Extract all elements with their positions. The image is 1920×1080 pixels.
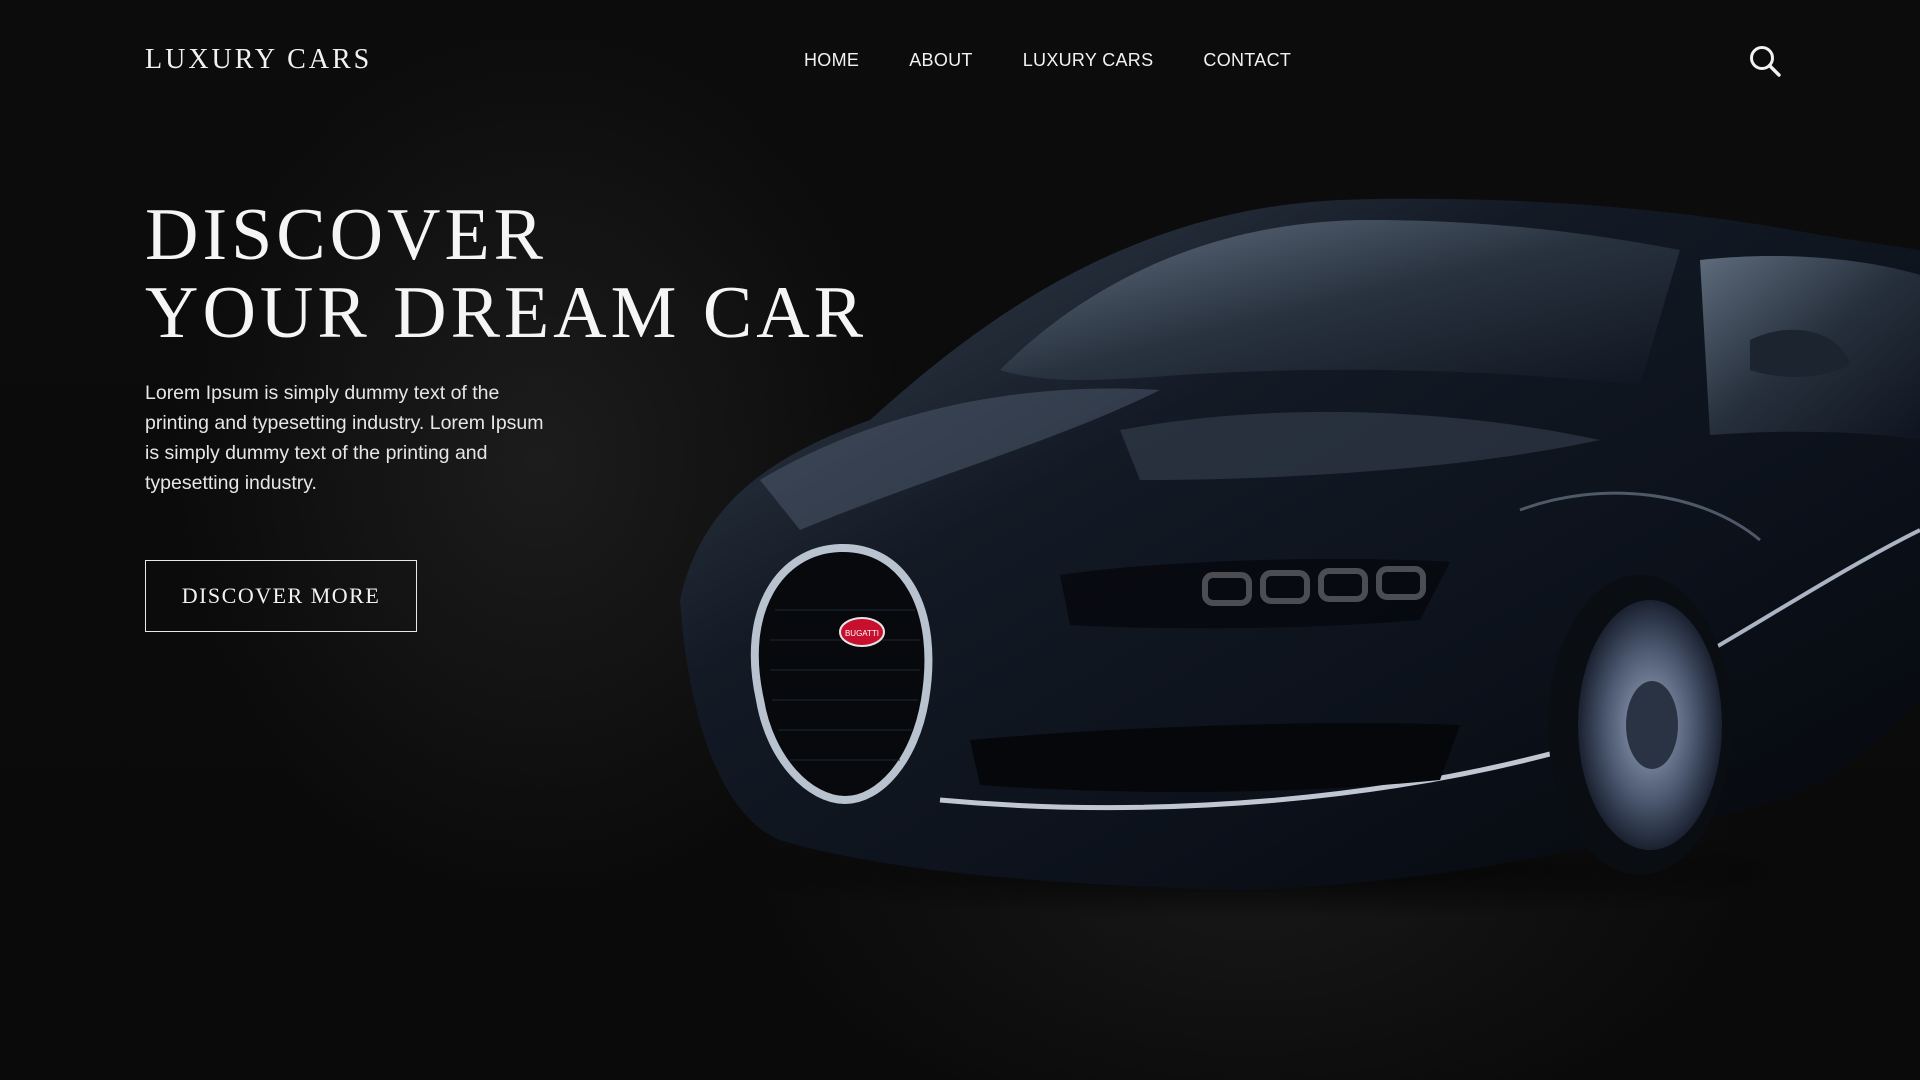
nav-item-luxury-cars: LUXURY CARS <box>1023 50 1154 71</box>
nav-list: HOME ABOUT LUXURY CARS CONTACT <box>804 50 1291 71</box>
car-badge-text: BUGATTI <box>845 629 879 638</box>
nav-item-about: ABOUT <box>909 50 973 71</box>
search-icon[interactable] <box>1748 44 1782 78</box>
discover-more-button[interactable]: DISCOVER MORE <box>145 560 417 632</box>
nav-link-contact[interactable]: CONTACT <box>1203 50 1291 70</box>
site-logo[interactable]: LUXURY CARS <box>145 44 372 76</box>
landing-page: LUXURY CARS HOME ABOUT LUXURY CARS CONTA… <box>0 0 1920 1080</box>
nav-item-home: HOME <box>804 50 859 71</box>
nav-item-contact: CONTACT <box>1203 50 1291 71</box>
nav-link-luxury-cars[interactable]: LUXURY CARS <box>1023 50 1154 70</box>
nav-link-home[interactable]: HOME <box>804 50 859 70</box>
hero-car-image: BUGATTI <box>640 180 1920 940</box>
nav-link-about[interactable]: ABOUT <box>909 50 973 70</box>
hero-description: Lorem Ipsum is simply dummy text of the … <box>145 382 544 494</box>
